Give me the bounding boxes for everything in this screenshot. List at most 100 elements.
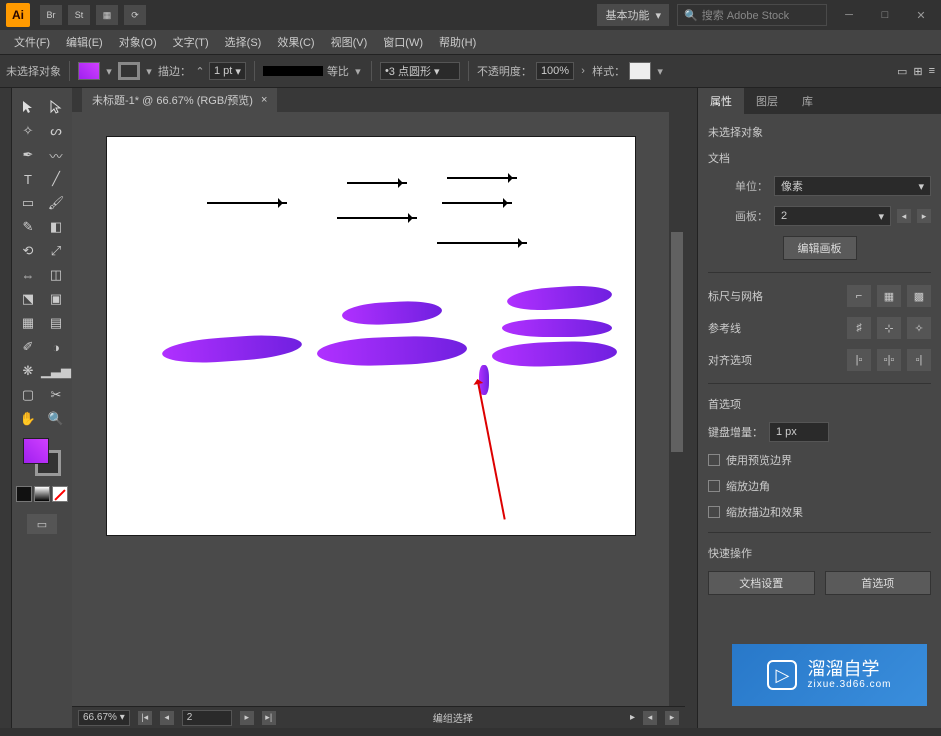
doc-setup-button[interactable]: 文档设置: [708, 571, 815, 595]
last-artboard-button[interactable]: ▸|: [262, 711, 276, 725]
align-center-icon[interactable]: ▫|▫: [877, 349, 901, 371]
scale-corners-checkbox[interactable]: 缩放边角: [708, 478, 931, 494]
style-dropdown[interactable]: ▾: [655, 66, 665, 76]
graph-tool[interactable]: ▁▃▅: [43, 360, 69, 382]
stroke-weight-input[interactable]: 1 pt ▾: [209, 62, 246, 80]
rotate-tool[interactable]: ⟲: [15, 240, 41, 262]
brush-def[interactable]: • 3 点圆形 ▾: [380, 62, 460, 80]
transparency-grid-icon[interactable]: ▩: [907, 285, 931, 307]
fill-color[interactable]: [23, 438, 49, 464]
guides-lock-icon[interactable]: ⊹: [877, 317, 901, 339]
tab-libraries[interactable]: 库: [790, 88, 825, 114]
uniform-dropdown[interactable]: ▾: [353, 66, 363, 76]
canvas[interactable]: [72, 112, 669, 706]
menu-help[interactable]: 帮助(H): [431, 31, 484, 53]
vertical-scrollbar[interactable]: [669, 112, 685, 706]
scale-tool[interactable]: ⤢: [43, 240, 69, 262]
stroke-link-icon[interactable]: ⌃: [195, 66, 205, 76]
kbd-increment-input[interactable]: 1 px: [769, 422, 829, 442]
slice-tool[interactable]: ✂: [43, 384, 69, 406]
blend-tool[interactable]: ◑: [43, 336, 69, 358]
close-tab-icon[interactable]: ×: [261, 94, 267, 106]
document-tab[interactable]: 未标题-1* @ 66.67% (RGB/预览) ×: [82, 88, 277, 112]
artboard-nav-field[interactable]: 2: [182, 710, 232, 726]
hand-tool[interactable]: ✋: [15, 408, 41, 430]
h-scroll-right[interactable]: ▸: [665, 711, 679, 725]
type-tool[interactable]: T: [15, 168, 41, 190]
edit-artboard-button[interactable]: 编辑画板: [783, 236, 857, 260]
prev-artboard-button[interactable]: ◂: [160, 711, 174, 725]
ruler-icon[interactable]: ⌐: [847, 285, 871, 307]
free-transform-tool[interactable]: ◫: [43, 264, 69, 286]
h-scroll-left[interactable]: ◂: [643, 711, 657, 725]
unit-dropdown[interactable]: 像素▾: [774, 176, 931, 196]
arrange-docs-button[interactable]: ▦: [96, 5, 118, 25]
screen-mode-button[interactable]: ▭: [27, 514, 57, 534]
artboard-tool[interactable]: ▢: [15, 384, 41, 406]
menu-type[interactable]: 文字(T): [165, 31, 217, 53]
stroke-swatch[interactable]: [118, 62, 140, 80]
first-artboard-button[interactable]: |◂: [138, 711, 152, 725]
tab-layers[interactable]: 图层: [744, 88, 790, 114]
sync-button[interactable]: ⟳: [124, 5, 146, 25]
menu-file[interactable]: 文件(F): [6, 31, 58, 53]
shape-builder-tool[interactable]: ⬔: [15, 288, 41, 310]
fill-dropdown[interactable]: ▾: [104, 66, 114, 76]
scale-stroke-checkbox[interactable]: 缩放描边和效果: [708, 504, 931, 520]
artboard[interactable]: [106, 136, 636, 536]
workspace-switcher[interactable]: 基本功能 ▾: [597, 4, 669, 26]
stroke-dropdown[interactable]: ▾: [144, 66, 154, 76]
zoom-tool[interactable]: 🔍: [43, 408, 69, 430]
menu-effect[interactable]: 效果(C): [269, 31, 322, 53]
stock-button[interactable]: St: [68, 5, 90, 25]
grid-icon[interactable]: ▦: [877, 285, 901, 307]
bridge-button[interactable]: Br: [40, 5, 62, 25]
preferences-button[interactable]: 首选项: [825, 571, 932, 595]
status-menu[interactable]: ▸: [630, 712, 635, 723]
menu-select[interactable]: 选择(S): [217, 31, 270, 53]
transform-icon[interactable]: ⊞: [913, 65, 922, 78]
perspective-tool[interactable]: ▣: [43, 288, 69, 310]
direct-selection-tool[interactable]: [43, 96, 69, 118]
stroke-profile[interactable]: [263, 66, 323, 76]
symbol-sprayer-tool[interactable]: ❋: [15, 360, 41, 382]
minimize-button[interactable]: ─: [835, 5, 863, 25]
left-panel-strip[interactable]: [0, 88, 12, 728]
gradient-color[interactable]: [34, 486, 50, 502]
curvature-tool[interactable]: 〰: [43, 144, 69, 166]
align-right-icon[interactable]: ▫|: [907, 349, 931, 371]
tab-properties[interactable]: 属性: [698, 88, 744, 114]
gradient-tool[interactable]: ▤: [43, 312, 69, 334]
guides-show-icon[interactable]: ♯: [847, 317, 871, 339]
line-tool[interactable]: ╱: [43, 168, 69, 190]
selection-tool[interactable]: [15, 96, 41, 118]
paintbrush-tool[interactable]: 🖌: [43, 192, 69, 214]
width-tool[interactable]: ⇔: [15, 264, 41, 286]
eraser-tool[interactable]: ◧: [43, 216, 69, 238]
align-icon[interactable]: ▭: [897, 65, 907, 78]
zoom-field[interactable]: 66.67% ▾: [78, 710, 130, 726]
prev-artboard[interactable]: ◂: [897, 209, 911, 223]
lasso-tool[interactable]: ᔕ: [43, 120, 69, 142]
panel-menu-icon[interactable]: ≡: [929, 65, 935, 77]
fill-stroke-proxy[interactable]: [23, 438, 61, 476]
artboard-dropdown[interactable]: 2▾: [774, 206, 891, 226]
close-button[interactable]: ✕: [907, 5, 935, 25]
rectangle-tool[interactable]: ▭: [15, 192, 41, 214]
stock-search[interactable]: 🔍 搜索 Adobe Stock: [677, 4, 827, 26]
next-artboard-button[interactable]: ▸: [240, 711, 254, 725]
menu-window[interactable]: 窗口(W): [375, 31, 431, 53]
next-artboard[interactable]: ▸: [917, 209, 931, 223]
maximize-button[interactable]: □: [871, 5, 899, 25]
align-left-icon[interactable]: |▫: [847, 349, 871, 371]
solid-color[interactable]: [16, 486, 32, 502]
magic-wand-tool[interactable]: ✧: [15, 120, 41, 142]
right-panel-strip[interactable]: [685, 88, 697, 728]
style-swatch[interactable]: [629, 62, 651, 80]
pen-tool[interactable]: ✒: [15, 144, 41, 166]
none-color[interactable]: [52, 486, 68, 502]
opacity-arrow[interactable]: ›: [578, 66, 588, 76]
menu-object[interactable]: 对象(O): [111, 31, 165, 53]
mesh-tool[interactable]: ▦: [15, 312, 41, 334]
opacity-input[interactable]: 100%: [536, 62, 574, 80]
